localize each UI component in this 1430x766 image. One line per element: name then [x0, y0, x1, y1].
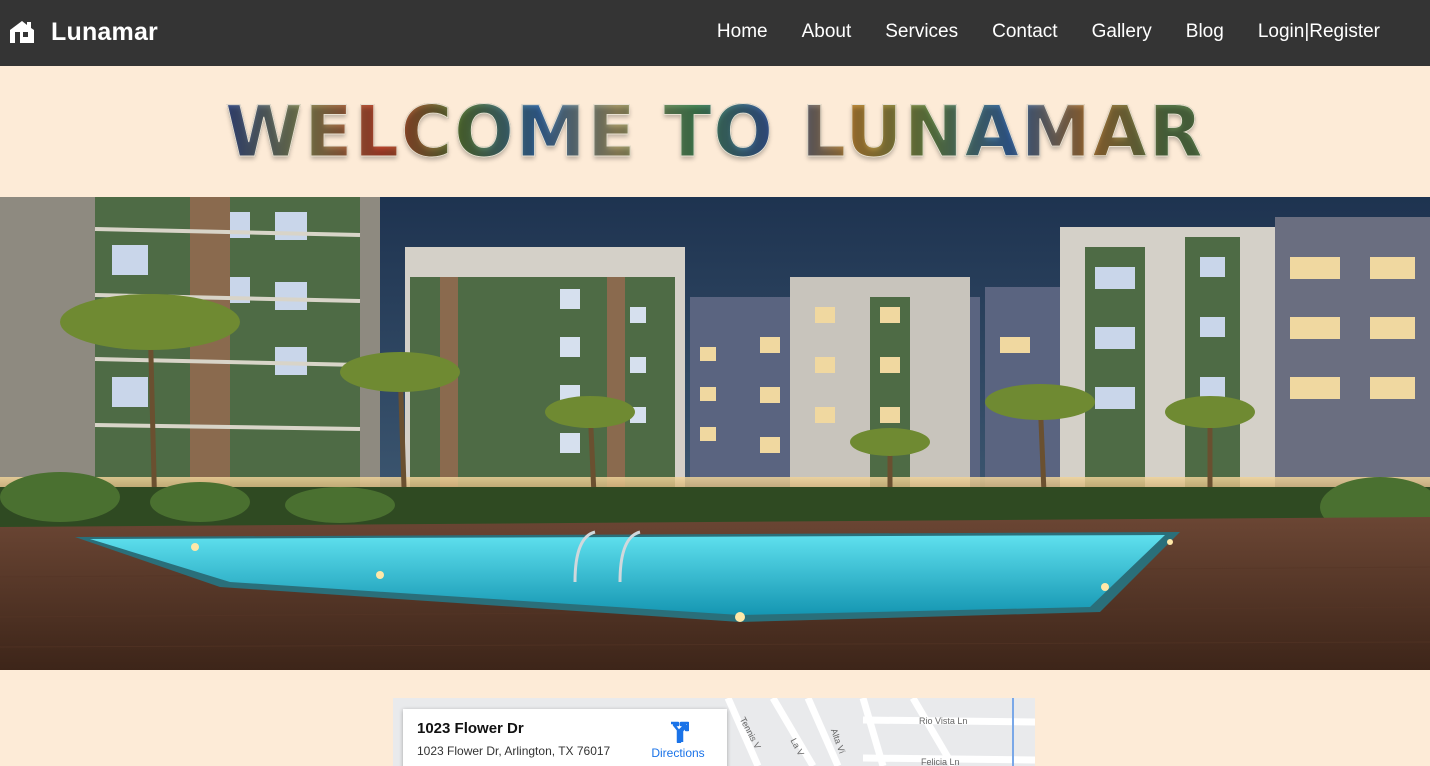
navbar: Lunamar Home About Services Contact Gall… [0, 0, 1430, 66]
map-embed[interactable]: Rio Vista Ln Tennis V La V Alta Vi Felic… [393, 698, 1035, 766]
street-label-felicia: Felicia Ln [921, 757, 960, 766]
login-link[interactable]: Login [1258, 21, 1305, 43]
hero-image [0, 197, 1430, 670]
building-center [690, 277, 980, 497]
nav-services[interactable]: Services [885, 21, 958, 43]
nav-about[interactable]: About [802, 21, 852, 43]
home-icon [10, 21, 34, 43]
welcome-title: WELCOME TO LUNAMAR [225, 90, 1205, 173]
nav-gallery[interactable]: Gallery [1092, 21, 1152, 43]
nav-links: Home About Services Contact Gallery Blog… [683, 0, 1430, 64]
map-place-address: 1023 Flower Dr, Arlington, TX 76017 [417, 744, 611, 758]
map-place-title: 1023 Flower Dr [417, 720, 524, 737]
directions-label: Directions [651, 746, 705, 760]
apartment-pool-illustration [0, 197, 1430, 670]
nav-blog[interactable]: Blog [1186, 21, 1224, 43]
brand-name: Lunamar [51, 17, 158, 46]
nav-login-register: Login | Register [1258, 21, 1380, 43]
brand-link[interactable]: Lunamar [10, 0, 158, 64]
map-place-card: 1023 Flower Dr 1023 Flower Dr, Arlington… [403, 709, 727, 766]
street-label-rio-vista: Rio Vista Ln [919, 716, 968, 726]
directions-icon [671, 721, 689, 743]
welcome-banner: WELCOME TO LUNAMAR [0, 66, 1430, 197]
nav-contact[interactable]: Contact [992, 21, 1057, 43]
directions-button[interactable]: Directions [643, 721, 713, 760]
register-link[interactable]: Register [1309, 21, 1380, 43]
nav-home[interactable]: Home [717, 21, 768, 43]
